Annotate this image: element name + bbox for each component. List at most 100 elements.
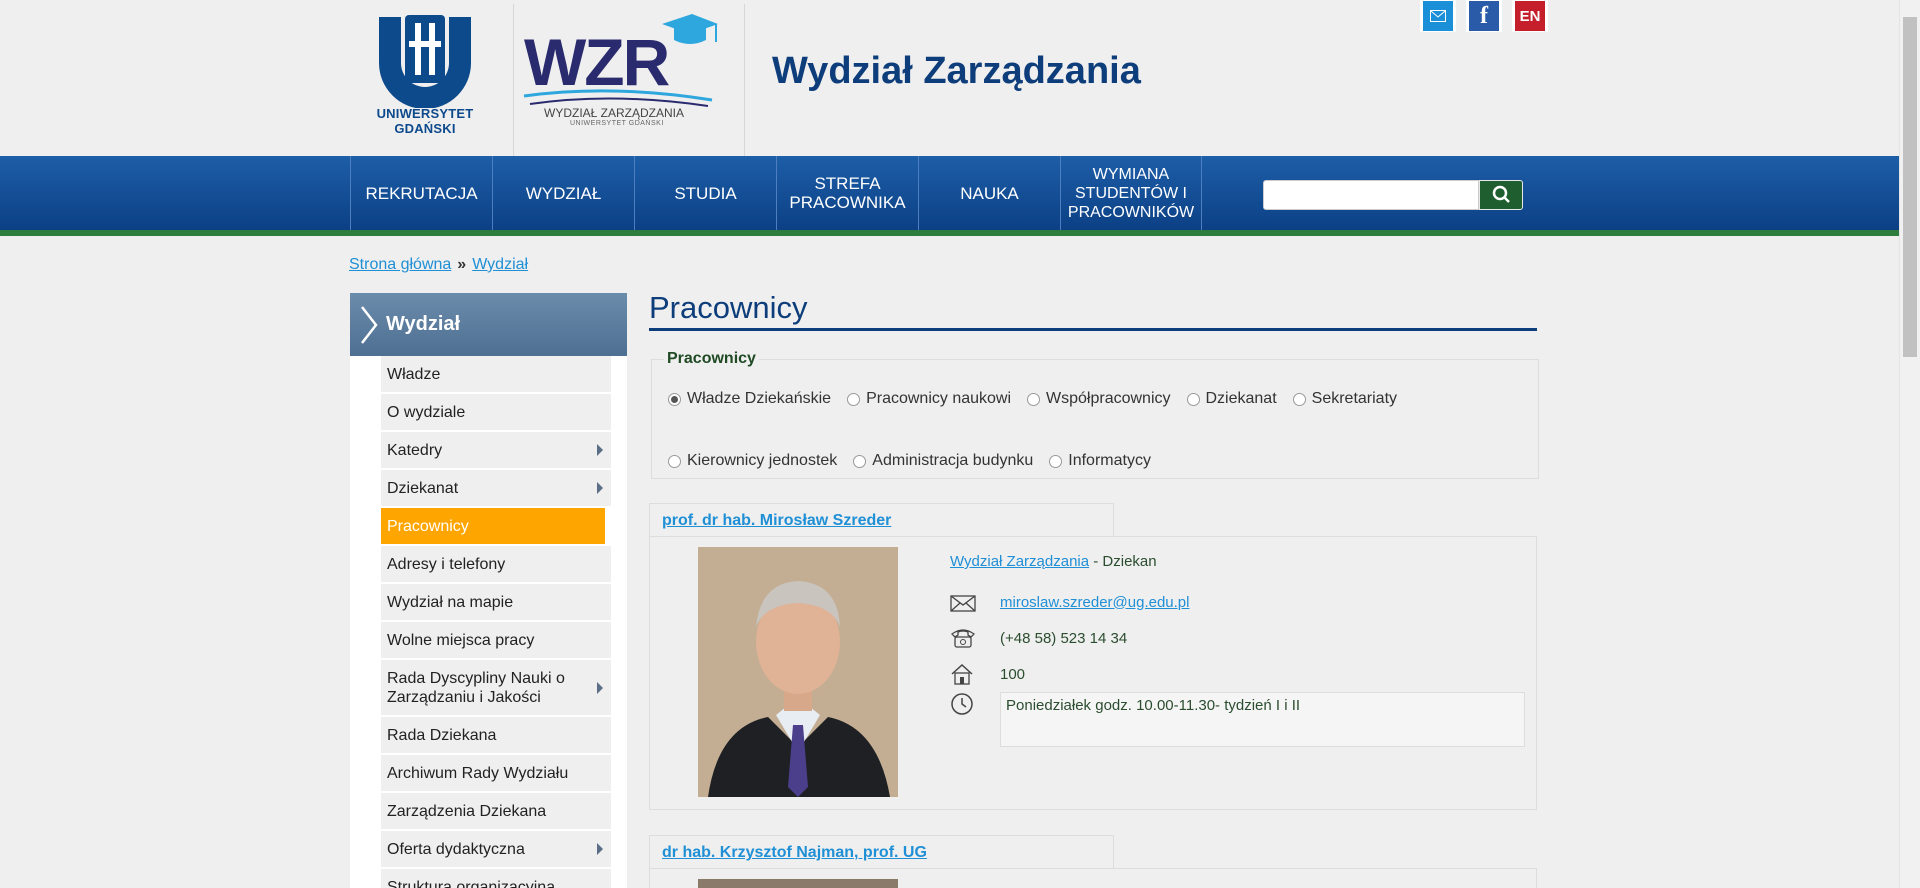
search-icon	[1492, 185, 1510, 203]
radio-label: Dziekanat	[1205, 390, 1277, 407]
person-card	[649, 868, 1537, 888]
top-icons: f EN	[1420, 0, 1548, 32]
sidebar-item-rada-dziekana[interactable]: Rada Dziekana	[381, 717, 611, 755]
site-header: UNIWERSYTET GDAŃSKI WZR WYDZIAŁ ZARZĄDZA…	[0, 0, 1899, 156]
logo-divider	[513, 4, 514, 156]
radio-wladze-dziekanskie[interactable]: Władze Dziekańskie	[668, 390, 831, 408]
facebook-icon: f	[1469, 1, 1499, 31]
sidebar-item-rada-dyscypliny[interactable]: Rada Dyscypliny Nauki o Zarządzaniu i Ja…	[381, 660, 611, 717]
radio-dot	[668, 392, 681, 406]
staff-filter: Pracownicy Władze Dziekańskie Pracownicy…	[651, 350, 1539, 479]
wzr-logo[interactable]: WZR WYDZIAŁ ZARZĄDZANIA UNIWERSYTET GDAŃ…	[522, 10, 722, 132]
sidebar-item-label: Wolne miejsca pracy	[387, 631, 535, 649]
sidebar-menu: Władze O wydziale Katedry Dziekanat Prac…	[381, 356, 611, 888]
radio-dot	[668, 454, 681, 468]
caret-right-icon	[597, 843, 603, 855]
breadcrumb-home-link[interactable]: Strona główna	[349, 256, 451, 273]
radio-dot	[853, 454, 867, 468]
sidebar-item-dziekanat[interactable]: Dziekanat	[381, 470, 611, 508]
radio-dot	[1186, 392, 1200, 406]
nav-item-rekrutacja[interactable]: REKRUTACJA	[350, 156, 492, 230]
caret-right-icon	[597, 444, 603, 456]
nav-item-wymiana[interactable]: WYMIANA STUDENTÓW I PRACOWNIKÓW	[1060, 156, 1202, 230]
mail-link[interactable]	[1420, 0, 1456, 32]
language-en-link[interactable]: EN	[1512, 0, 1548, 32]
sidebar-item-label: Władze	[387, 365, 441, 383]
sidebar-item-mapa[interactable]: Wydział na mapie	[381, 584, 611, 622]
sidebar-item-label: Struktura organizacyjna	[387, 878, 556, 888]
sidebar-item-label: Rada Dyscypliny Nauki o Zarządzaniu i Ja…	[387, 669, 565, 706]
scrollbar-thumb[interactable]	[1903, 17, 1917, 357]
nav-item-studia[interactable]: STUDIA	[634, 156, 776, 230]
wzr-logo-subtitle-2: UNIWERSYTET GDAŃSKI	[570, 120, 664, 127]
radio-wspolpracownicy[interactable]: Współpracownicy	[1027, 390, 1171, 408]
sidebar-item-adresy[interactable]: Adresy i telefony	[381, 546, 611, 584]
person-department: Wydział Zarządzania - Dziekan	[950, 553, 1530, 570]
person-details: Wydział Zarządzania - Dziekan miroslaw.s…	[950, 553, 1530, 747]
email-row: miroslaw.szreder@ug.edu.pl	[950, 584, 1530, 620]
facebook-link[interactable]: f	[1466, 0, 1502, 32]
sidebar-item-label: Rada Dziekana	[387, 726, 497, 744]
email-link[interactable]: miroslaw.szreder@ug.edu.pl	[1000, 594, 1189, 611]
person-name-tab: prof. dr hab. Mirosław Szreder	[649, 503, 1114, 537]
room-row: 100	[950, 656, 1530, 692]
sidebar-item-oferta[interactable]: Oferta dydaktyczna	[381, 831, 611, 869]
room-number: 100	[1000, 665, 1026, 683]
person-card: Wydział Zarządzania - Dziekan miroslaw.s…	[649, 536, 1537, 810]
radio-label: Administracja budynku	[872, 452, 1034, 469]
sidebar-item-zarzadzenia[interactable]: Zarządzenia Dziekana	[381, 793, 611, 831]
radio-dot	[1049, 454, 1063, 468]
nav-item-nauka[interactable]: NAUKA	[918, 156, 1060, 230]
sidebar-header[interactable]: Wydział	[350, 293, 627, 356]
main-nav: REKRUTACJA WYDZIAŁ STUDIA STREFA PRACOWN…	[0, 156, 1899, 236]
radio-pracownicy-naukowi[interactable]: Pracownicy naukowi	[847, 390, 1011, 408]
sidebar-item-o-wydziale[interactable]: O wydziale	[381, 394, 611, 432]
radio-label: Sekretariaty	[1311, 390, 1398, 407]
search-input[interactable]	[1263, 180, 1479, 210]
radio-dot	[1292, 392, 1306, 406]
page-title: Pracownicy	[649, 290, 1537, 331]
breadcrumb-current-link[interactable]: Wydział	[472, 256, 528, 273]
radio-dziekanat[interactable]: Dziekanat	[1186, 390, 1277, 408]
radio-sekretariaty[interactable]: Sekretariaty	[1292, 390, 1398, 408]
wzr-logo-subtitle: WYDZIAŁ ZARZĄDZANIA	[544, 106, 685, 120]
clock-icon	[950, 692, 1000, 716]
radio-informatycy[interactable]: Informatycy	[1049, 452, 1151, 470]
phone-row: (+48 58) 523 14 34	[950, 620, 1530, 656]
sidebar-item-wladze[interactable]: Władze	[381, 356, 611, 394]
sidebar-item-struktura[interactable]: Struktura organizacyjna	[381, 869, 611, 888]
nav-item-strefa-pracownika[interactable]: STREFA PRACOWNIKA	[776, 156, 918, 230]
radio-dot	[1027, 392, 1041, 406]
person-photo	[698, 547, 898, 797]
radio-administracja-budynku[interactable]: Administracja budynku	[853, 452, 1033, 470]
office-hours: Poniedziałek godz. 10.00-11.30- tydzień …	[1000, 692, 1525, 747]
person-photo	[698, 879, 898, 888]
radio-label: Pracownicy naukowi	[866, 390, 1012, 407]
sidebar-item-label: Pracownicy	[387, 517, 469, 535]
radio-label: Informatycy	[1068, 452, 1151, 469]
sidebar-item-label: Adresy i telefony	[387, 555, 506, 573]
radio-label: Władze Dziekańskie	[687, 390, 832, 407]
page-scrollbar[interactable]	[1899, 0, 1920, 888]
department-link[interactable]: Wydział Zarządzania	[950, 553, 1089, 570]
ug-logo[interactable]: UNIWERSYTET GDAŃSKI	[349, 13, 501, 136]
breadcrumb: Strona główna » Wydział	[349, 256, 528, 274]
sidebar-item-pracownicy[interactable]: Pracownicy	[381, 508, 605, 546]
sidebar-item-label: O wydziale	[387, 403, 466, 421]
main-content: Pracownicy Pracownicy Władze Dziekańskie…	[649, 290, 1539, 888]
sidebar-item-wolne-miejsca[interactable]: Wolne miejsca pracy	[381, 622, 611, 660]
sidebar-item-label: Archiwum Rady Wydziału	[387, 764, 569, 782]
language-en-label: EN	[1515, 1, 1545, 31]
sidebar-item-katedry[interactable]: Katedry	[381, 432, 611, 470]
logo-divider-2	[744, 4, 745, 156]
phone-number: (+48 58) 523 14 34	[1000, 629, 1128, 647]
sidebar-item-archiwum[interactable]: Archiwum Rady Wydziału	[381, 755, 611, 793]
chevron-right-icon	[350, 293, 386, 356]
radio-kierownicy-jednostek[interactable]: Kierownicy jednostek	[668, 452, 837, 470]
person-name-link[interactable]: prof. dr hab. Mirosław Szreder	[662, 512, 891, 529]
nav-item-wydzial[interactable]: WYDZIAŁ	[492, 156, 634, 230]
person-name-link[interactable]: dr hab. Krzysztof Najman, prof. UG	[662, 844, 927, 861]
mail-icon	[1423, 1, 1453, 31]
ug-emblem-icon	[379, 15, 471, 109]
search-button[interactable]	[1479, 180, 1523, 210]
